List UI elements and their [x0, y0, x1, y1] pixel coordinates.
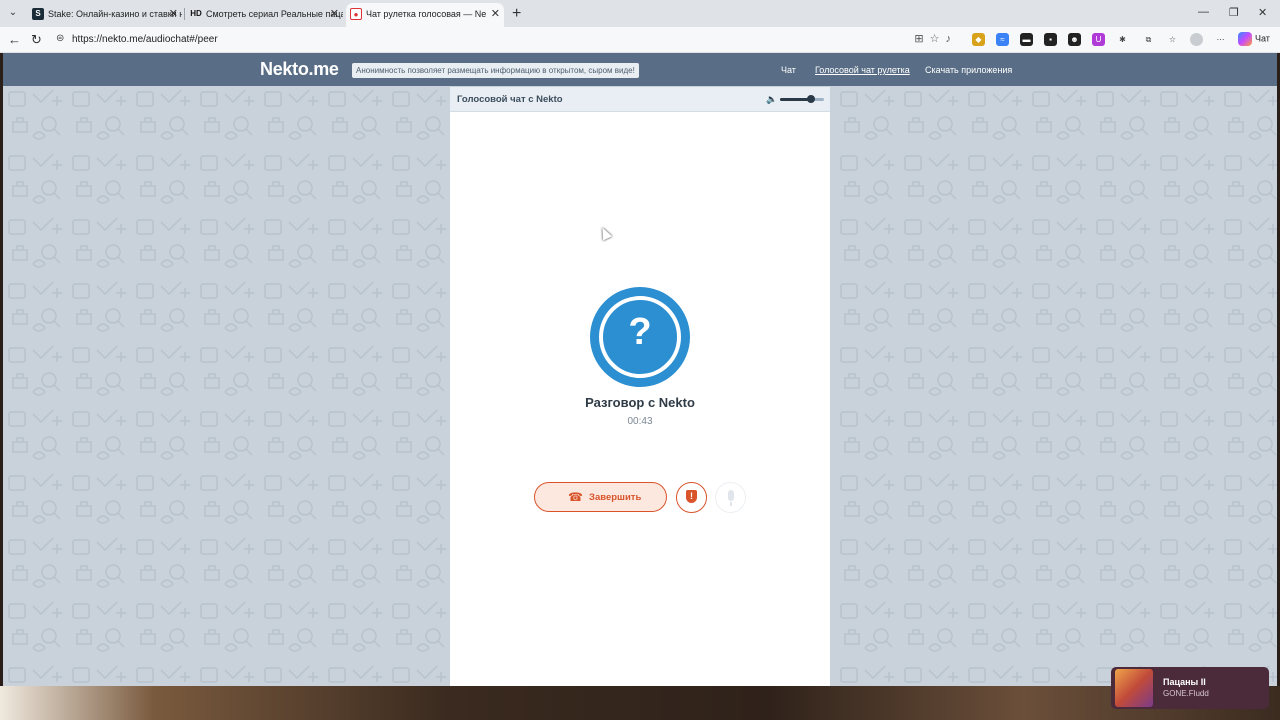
extension-icon[interactable]: ▪ [1044, 33, 1057, 46]
address-bar[interactable]: ⊜ https://nekto.me/audiochat#/peer ⊞☆♪ [48, 30, 963, 50]
extension-icon[interactable]: ◆ [972, 33, 985, 46]
extension-icon[interactable]: U [1092, 33, 1105, 46]
new-tab-icon[interactable]: + [512, 5, 521, 23]
peer-avatar: ? [590, 287, 690, 387]
close-tab-icon[interactable]: ✕ [491, 7, 500, 20]
tab-label: Смотреть сериал Реальные пацан [206, 9, 343, 19]
minimize-icon[interactable]: — [1198, 6, 1209, 18]
album-art [1115, 669, 1153, 707]
track-artist: GONE.Fludd [1163, 689, 1209, 698]
url-text[interactable]: https://nekto.me/audiochat#/peer [72, 34, 218, 45]
extension-icon[interactable]: ▬ [1020, 33, 1033, 46]
browser-tab-series[interactable]: HD Смотреть сериал Реальные пацан ✕ [186, 3, 343, 27]
volume-slider[interactable] [780, 95, 824, 103]
site-tagline: Анонимность позволяет размещать информац… [352, 63, 639, 78]
shield-alert-icon: ! [686, 490, 697, 503]
copilot-button[interactable]: Чат [1238, 32, 1278, 48]
volume-slider-handle[interactable] [806, 95, 815, 103]
close-window-icon[interactable]: ✕ [1258, 6, 1267, 19]
nav-link-download-apps[interactable]: Скачать приложения [925, 65, 1012, 75]
track-title: Пацаны II [1163, 677, 1206, 687]
extension-icon[interactable]: ≈ [996, 33, 1009, 46]
question-mark-icon: ? [628, 311, 652, 353]
microphone-button[interactable] [715, 482, 746, 513]
browser-tab-strip: ⌄ S Stake: Онлайн-казино и ставки н ✕ HD… [0, 0, 1280, 27]
end-call-label: Завершить [589, 492, 642, 503]
record-favicon-icon: ● [350, 8, 362, 20]
tab-actions-menu-icon[interactable]: ⌄ [4, 4, 22, 22]
profile-avatar-icon[interactable] [1190, 33, 1203, 46]
desktop-background [0, 686, 1280, 720]
volume-icon[interactable]: 🔈 [766, 94, 777, 105]
tab-label: Чат рулетка голосовая — Ne [366, 9, 487, 19]
report-button[interactable]: ! [676, 482, 707, 513]
close-tab-icon[interactable]: ✕ [169, 7, 178, 20]
split-screen-icon[interactable]: ⧉ [1142, 33, 1155, 46]
extensions-puzzle-icon[interactable]: ✱ [1116, 33, 1129, 46]
hang-up-phone-icon: ☎ [568, 490, 583, 504]
stake-favicon-icon: S [32, 8, 44, 20]
browser-toolbar: ← ↻ ⊜ https://nekto.me/audiochat#/peer ⊞… [0, 27, 1280, 53]
copilot-icon [1238, 32, 1252, 46]
site-info-icon[interactable]: ⊜ [56, 33, 64, 44]
panel-header: Голосовой чат с Nekto 🔈 [450, 87, 830, 112]
microphone-stem [730, 502, 732, 506]
end-call-button[interactable]: ☎ Завершить [534, 482, 667, 512]
site-logo[interactable]: Nekto.me [260, 59, 339, 80]
nekto-site: Nekto.me Анонимность позволяет размещать… [3, 53, 1277, 686]
copilot-label: Чат [1255, 33, 1270, 44]
browser-tab-nekto[interactable]: ● Чат рулетка голосовая — Ne ✕ [346, 3, 504, 27]
media-now-playing[interactable]: Пацаны II GONE.Fludd [1111, 667, 1269, 709]
nav-link-voice-roulette[interactable]: Голосовой чат рулетка [815, 65, 910, 75]
extension-icon[interactable]: ☻ [1068, 33, 1081, 46]
more-options-icon[interactable]: ⋯ [1214, 33, 1227, 46]
microphone-icon [728, 490, 734, 501]
address-bar-actions-icon[interactable]: ⊞☆♪ [914, 32, 957, 45]
reload-icon[interactable]: ↻ [31, 32, 42, 48]
close-tab-icon[interactable]: ✕ [330, 7, 339, 20]
tab-separator [184, 8, 185, 20]
tab-label: Stake: Онлайн-казино и ставки н [48, 9, 182, 19]
favorites-icon[interactable]: ☆ [1166, 33, 1179, 46]
restore-icon[interactable]: ❐ [1229, 6, 1239, 19]
hd-favicon-icon: HD [190, 9, 202, 18]
browser-tab-stake[interactable]: S Stake: Онлайн-казино и ставки н ✕ [28, 3, 182, 27]
peer-name: Разговор с Nekto [585, 395, 695, 410]
voice-chat-panel: Голосовой чат с Nekto 🔈 ? Разговор с Nek… [450, 87, 830, 686]
nav-link-chat[interactable]: Чат [781, 65, 796, 75]
site-header: Nekto.me Анонимность позволяет размещать… [3, 53, 1277, 86]
back-icon[interactable]: ← [8, 32, 21, 47]
panel-title: Голосовой чат с Nekto [457, 94, 563, 105]
call-timer: 00:43 [627, 416, 653, 427]
